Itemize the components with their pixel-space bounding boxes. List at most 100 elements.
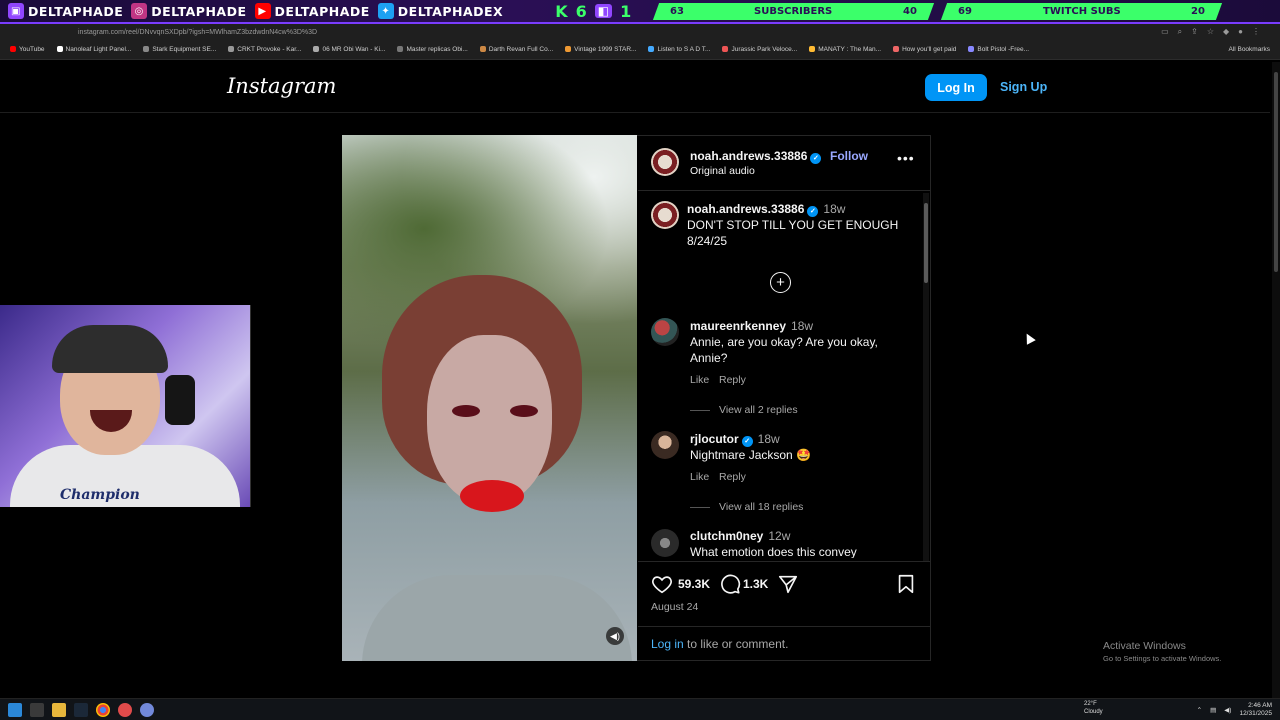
bookmark-item[interactable]: Stark Equipment SE... xyxy=(143,46,216,53)
comment-like-button[interactable]: Like xyxy=(690,374,709,386)
bookmark-item[interactable]: Nanoleaf Light Panel... xyxy=(56,46,131,53)
video-eye-right xyxy=(510,405,538,417)
chrome-icon[interactable] xyxy=(96,702,110,717)
bookmark-label: Listen to S A D T... xyxy=(657,46,711,53)
bookmark-label: How you'll get paid xyxy=(902,46,957,53)
browser-address-bar[interactable]: instagram.com/reel/DNvvqnSXDpb/?igsh=MWl… xyxy=(0,24,1280,40)
comment-username[interactable]: clutchm0ney xyxy=(690,529,763,543)
tray-chevron-icon[interactable]: ⌃ xyxy=(1197,706,1202,714)
view-replies-text[interactable]: View all 18 replies xyxy=(719,501,803,513)
heart-icon[interactable] xyxy=(651,573,673,595)
bookmark-item[interactable]: MANATY : The Man... xyxy=(809,46,881,53)
bookmark-item[interactable]: YouTube xyxy=(10,46,45,53)
youtube-icon: ▶ xyxy=(254,3,271,19)
caption-avatar[interactable] xyxy=(651,201,679,229)
url-text[interactable]: instagram.com/reel/DNvvqnSXDpb/?igsh=MWl… xyxy=(78,29,317,36)
view-replies-text[interactable]: View all 2 replies xyxy=(719,404,798,416)
login-button[interactable]: Log In xyxy=(925,74,987,101)
caption-username[interactable]: noah.andrews.33886 xyxy=(687,202,804,216)
clock-time: 2:46 AM xyxy=(1248,701,1272,709)
author-username-row[interactable]: noah.andrews.33886 ✓ xyxy=(690,149,822,164)
bookmark-item[interactable]: Darth Revan Full Co... xyxy=(479,46,553,53)
cast-icon[interactable]: ▭ xyxy=(1161,27,1169,37)
comment-reply-button[interactable]: Reply xyxy=(719,374,746,386)
header-divider xyxy=(0,112,1270,113)
share-icon[interactable] xyxy=(777,573,799,595)
view-replies-link[interactable]: View all 18 replies xyxy=(690,501,803,513)
comment-avatar[interactable] xyxy=(651,529,679,557)
comment-time: 18w xyxy=(757,432,780,446)
bookmark-item[interactable]: How you'll get paid xyxy=(893,46,956,53)
bookmark-label: MANATY : The Man... xyxy=(818,46,882,53)
comments-scrollbar[interactable] xyxy=(923,193,929,561)
zoom-icon[interactable]: ⌕ xyxy=(1178,27,1182,37)
file-explorer-icon[interactable] xyxy=(52,702,66,717)
bookmarks-bar: YouTube Nanoleaf Light Panel... Stark Equi… xyxy=(0,40,1280,60)
audio-toggle-icon[interactable]: ◀) xyxy=(606,627,624,645)
bookmark-item[interactable]: CRKT Provoke - Kar... xyxy=(228,46,301,53)
all-bookmarks-button[interactable]: All Bookmarks xyxy=(1228,46,1270,53)
more-options-icon[interactable]: ••• xyxy=(897,150,915,166)
login-prompt: Log in to like or comment. xyxy=(651,637,788,651)
comment-avatar[interactable] xyxy=(651,431,679,459)
steam-icon[interactable] xyxy=(74,702,88,717)
bookmark-item[interactable]: Master replicas Obi... xyxy=(397,46,468,53)
scrollbar-thumb[interactable] xyxy=(924,203,928,283)
load-more-comments-icon[interactable]: + xyxy=(770,272,791,293)
clock[interactable]: 2:46 AM 12/31/2025 xyxy=(1239,702,1272,718)
comment-time: 18w xyxy=(791,319,814,333)
caption-line-1: DON'T STOP TILL YOU GET ENOUGH xyxy=(687,218,899,232)
bookmark-icon[interactable] xyxy=(895,573,917,595)
login-link[interactable]: Log in xyxy=(651,637,684,651)
comment-avatar[interactable] xyxy=(651,318,679,346)
comment-username[interactable]: maureenrkenney xyxy=(690,319,786,333)
bookmark-label: Bolt Pistol -Free... xyxy=(977,46,1030,53)
comment-time: 12w xyxy=(768,529,791,543)
view-replies-link[interactable]: View all 2 replies xyxy=(690,404,798,416)
app-icon[interactable] xyxy=(118,702,132,717)
bookmark-item[interactable]: Listen to S A D T... xyxy=(648,46,710,53)
comment-user-row: rjlocutor ✓ 18w xyxy=(690,432,780,447)
signup-link[interactable]: Sign Up xyxy=(1000,80,1047,94)
bookmark-item[interactable]: Jurassic Park Veloce... xyxy=(722,46,797,53)
like-count: 59.3K xyxy=(678,577,711,591)
comment-reply-button[interactable]: Reply xyxy=(719,471,746,483)
system-tray: ⌃ ▤ ◀) 2:46 AM 12/31/2025 xyxy=(1197,702,1272,718)
volume-icon[interactable]: ◀) xyxy=(1224,706,1231,714)
comment-text: What emotion does this convey xyxy=(690,545,857,558)
kick-counter-k: K xyxy=(555,1,568,21)
replies-line xyxy=(690,409,710,411)
star-icon[interactable]: ☆ xyxy=(1207,27,1214,37)
network-icon[interactable]: ▤ xyxy=(1210,706,1216,714)
author-username[interactable]: noah.andrews.33886 xyxy=(690,149,807,163)
follow-button[interactable]: Follow xyxy=(830,149,868,163)
login-separator xyxy=(638,626,930,627)
start-icon[interactable] xyxy=(8,702,22,717)
comment-like-button[interactable]: Like xyxy=(690,471,709,483)
bookmark-item[interactable]: Vintage 1999 STAR... xyxy=(565,46,636,53)
menu-icon[interactable]: ⋮ xyxy=(1252,27,1260,37)
task-view-icon[interactable] xyxy=(30,702,44,717)
original-audio-link[interactable]: Original audio xyxy=(690,165,755,177)
bookmark-label: Stark Equipment SE... xyxy=(152,46,217,53)
bookmark-favicon-icon xyxy=(722,46,729,53)
comment-icon[interactable] xyxy=(719,573,741,595)
instagram-logo[interactable]: Instagram xyxy=(227,74,336,98)
bookmark-item[interactable]: 06 MR Obi Wan - Ki... xyxy=(313,46,385,53)
discord-icon[interactable] xyxy=(140,702,154,717)
reel-video[interactable]: ◀) xyxy=(342,135,637,661)
author-avatar[interactable] xyxy=(651,148,679,176)
share-icon[interactable]: ⇪ xyxy=(1191,27,1198,37)
bookmark-item[interactable]: Bolt Pistol -Free... xyxy=(968,46,1029,53)
caption-time: 18w xyxy=(823,202,846,216)
kick-counter-value: 6 xyxy=(575,1,587,21)
comment-username[interactable]: rjlocutor xyxy=(690,432,739,446)
subscribers-goal-bar: 63 SUBSCRIBERS 40 xyxy=(652,3,935,20)
page-scrollbar[interactable] xyxy=(1272,62,1280,698)
profile-icon[interactable]: ● xyxy=(1238,27,1243,37)
caption-username-row: noah.andrews.33886 ✓ 18w xyxy=(687,202,845,217)
bookmark-favicon-icon xyxy=(397,46,404,53)
extension-icon[interactable]: ◆ xyxy=(1223,27,1229,37)
page-scrollbar-thumb[interactable] xyxy=(1274,72,1278,272)
weather-widget[interactable]: 22°F Cloudy xyxy=(1084,700,1103,716)
